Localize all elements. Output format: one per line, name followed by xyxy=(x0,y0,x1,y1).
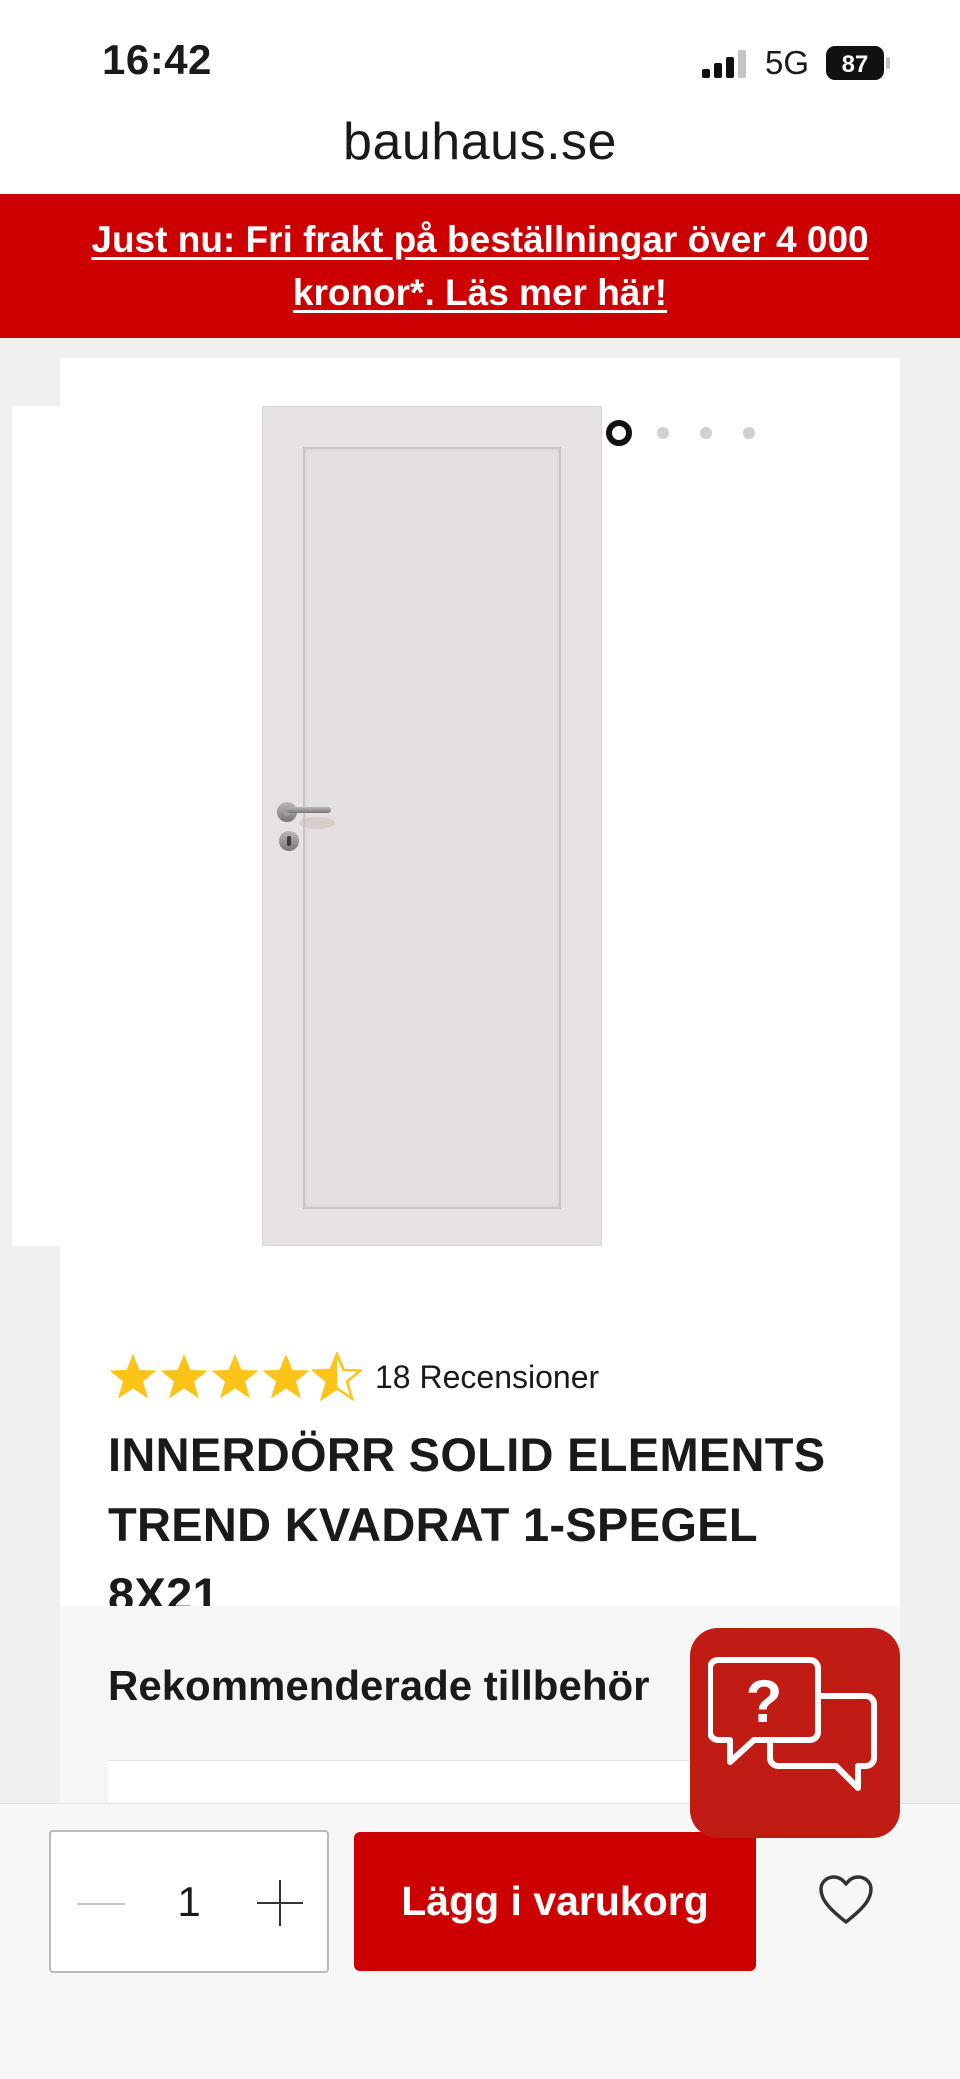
add-to-cart-button[interactable]: Lägg i varukorg xyxy=(354,1832,756,1971)
product-image[interactable] xyxy=(262,406,602,1246)
plus-icon[interactable] xyxy=(257,1880,303,1926)
purchase-bar: 1 Lägg i varukorg xyxy=(0,1803,960,2079)
address-bar[interactable]: bauhaus.se xyxy=(0,110,960,194)
star-icon xyxy=(262,1354,310,1399)
status-bar: 16:42 5G 87 xyxy=(0,0,960,120)
half-star-icon xyxy=(312,1352,362,1402)
svg-text:?: ? xyxy=(746,1668,783,1735)
reviews-link[interactable]: 18 Recensioner xyxy=(375,1359,599,1396)
battery-icon: 87 xyxy=(826,46,892,80)
gallery-dot-1[interactable] xyxy=(606,420,632,446)
star-icon xyxy=(211,1354,259,1399)
recommended-title: Rekommenderade tillbehör xyxy=(108,1662,650,1709)
url-text[interactable]: bauhaus.se xyxy=(0,110,960,174)
door-panel xyxy=(303,447,561,1209)
status-time: 16:42 xyxy=(102,36,212,83)
gallery-pagination[interactable] xyxy=(606,420,786,446)
product-title: INNERDÖRR SOLID ELEMENTS TREND KVADRAT 1… xyxy=(108,1428,826,1621)
network-type: 5G xyxy=(765,44,810,81)
gallery-dot-2[interactable] xyxy=(657,427,669,439)
door-handle-icon xyxy=(277,802,335,851)
promo-link[interactable]: Just nu: Fri frakt på beställningar över… xyxy=(60,213,900,319)
quantity-stepper[interactable]: 1 xyxy=(49,1830,329,1973)
gallery-dot-4[interactable] xyxy=(743,427,755,439)
chat-help-icon: ? xyxy=(708,1657,877,1791)
product-rating[interactable]: 18 Recensioner xyxy=(108,1352,599,1402)
star-icon xyxy=(109,1354,157,1399)
signal-icon xyxy=(702,50,746,78)
promo-banner[interactable]: Just nu: Fri frakt på beställningar över… xyxy=(0,194,960,338)
rating-stars xyxy=(108,1352,363,1402)
chat-help-button[interactable]: ? xyxy=(690,1628,900,1838)
battery-level: 87 xyxy=(842,51,869,78)
star-icon xyxy=(160,1354,208,1399)
heart-icon[interactable] xyxy=(818,1874,874,1926)
gallery-dot-3[interactable] xyxy=(700,427,712,439)
